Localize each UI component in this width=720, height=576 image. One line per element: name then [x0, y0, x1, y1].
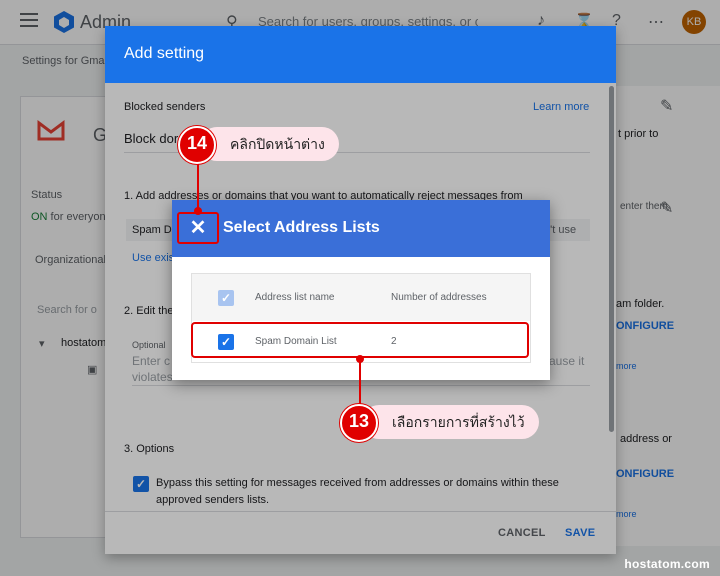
- sal-header: ✕ Select Address Lists: [172, 200, 550, 257]
- connector-dot-14: [194, 207, 202, 215]
- step13-caption: เลือกรายการที่สร้างไว้: [362, 405, 539, 439]
- connector-line-13: [359, 358, 361, 406]
- table-header: ✓ Address list name Number of addresses: [192, 274, 530, 321]
- step13-badge: 13: [340, 404, 378, 442]
- watermark: hostatom.com: [624, 557, 710, 571]
- select-all-checkbox[interactable]: ✓: [218, 290, 234, 306]
- sal-title: Select Address Lists: [223, 219, 380, 236]
- row-highlight-box: [191, 322, 529, 358]
- column-header-name: Address list name: [255, 292, 335, 303]
- connector-dot-13: [356, 355, 364, 363]
- close-highlight-box: [177, 212, 219, 244]
- step14-caption: คลิกปิดหน้าต่าง: [200, 127, 339, 161]
- dialog-title: Add setting: [124, 45, 205, 62]
- connector-line-14: [197, 160, 199, 210]
- dialog-header: Add setting: [105, 26, 616, 83]
- column-header-count: Number of addresses: [391, 292, 487, 303]
- step14-badge: 14: [178, 126, 216, 164]
